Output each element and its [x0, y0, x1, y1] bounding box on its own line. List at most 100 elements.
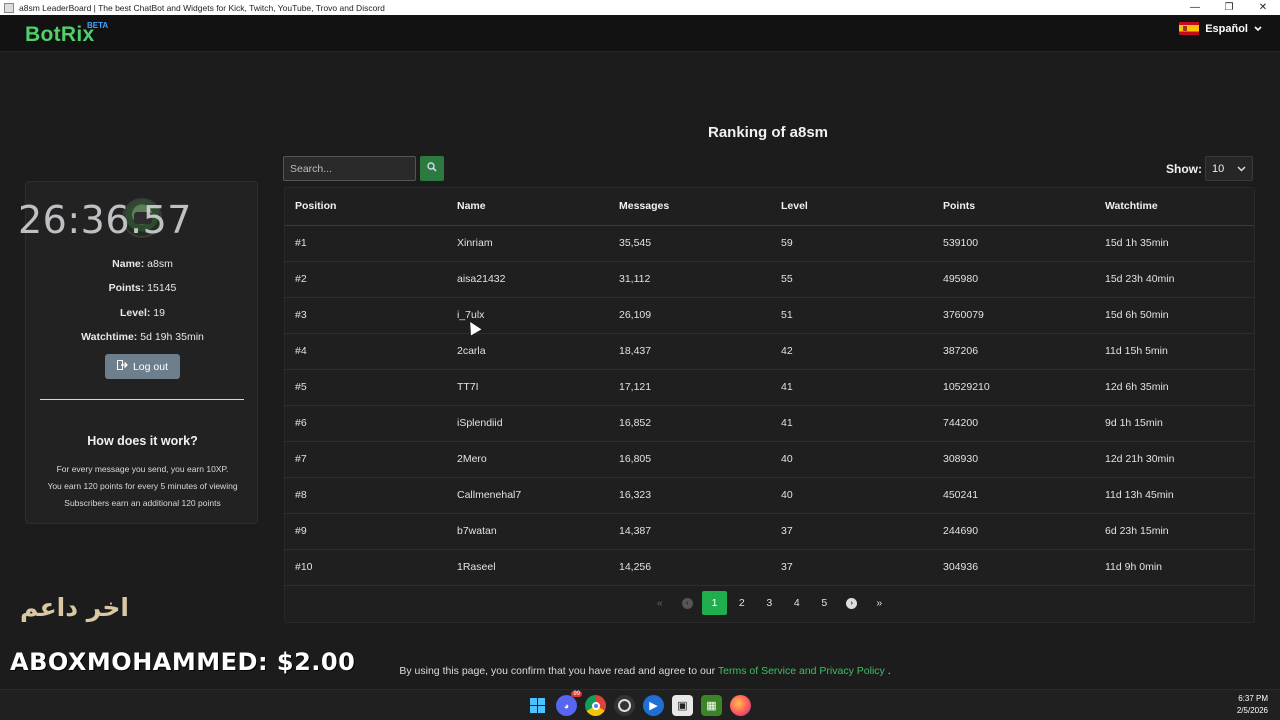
rows-per-page-value: 10: [1212, 162, 1225, 175]
minimize-button[interactable]: —: [1178, 0, 1212, 15]
table-cell: 37: [771, 549, 933, 586]
system-clock[interactable]: 6:37 PM 2/5/2026: [1237, 693, 1268, 717]
how-line-2: You earn 120 points for every 5 minutes …: [47, 481, 238, 491]
table-cell: 18,437: [609, 333, 771, 370]
table-cell: #9: [285, 513, 447, 550]
table-row: #7 2Mero 16,805 40 308930 12d 21h 30min: [285, 441, 1254, 478]
notification-badge: 99: [571, 691, 582, 697]
table-cell: 244690: [933, 513, 1095, 550]
search-button[interactable]: [420, 156, 444, 181]
table-row: #8 Callmenehal7 16,323 40 450241 11d 13h 45mi…: [285, 477, 1254, 514]
column-header: Position: [285, 188, 447, 226]
capcut-icon[interactable]: ▣: [672, 695, 693, 716]
how-line-3: Subscribers earn an additional 120 point…: [64, 498, 221, 508]
chrome-icon[interactable]: [585, 695, 606, 716]
rows-per-page-select[interactable]: 10: [1205, 156, 1253, 181]
table-cell: 539100: [933, 225, 1095, 262]
last-supporter-overlay: اخر داعم: [20, 593, 129, 622]
window-titlebar: a8sm LeaderBoard | The best ChatBot and …: [0, 0, 1280, 15]
search-input[interactable]: [283, 156, 416, 181]
table-cell: iSplendiid: [447, 405, 609, 442]
table-cell: Callmenehal7: [447, 477, 609, 514]
language-selector[interactable]: Español: [1179, 22, 1262, 35]
profile-points-row: Points: 15145: [26, 282, 259, 294]
clock-date: 2/5/2026: [1236, 706, 1268, 715]
double-chevron-right-icon: »: [876, 597, 883, 609]
page-3-button[interactable]: 3: [756, 591, 784, 615]
table-cell: 51: [771, 297, 933, 334]
logout-label: Log out: [132, 360, 169, 373]
table-row: #5 TT7I 17,121 41 10529210 12d 6h 35min: [285, 369, 1254, 406]
column-header: Points: [933, 188, 1095, 226]
windows-start-icon[interactable]: [527, 695, 548, 716]
table-cell: 15d 23h 40min: [1095, 261, 1254, 298]
terms-link[interactable]: Terms of Service and Privacy Policy: [718, 665, 885, 677]
level-label: Level:: [120, 307, 151, 319]
last-page-button[interactable]: »: [866, 591, 894, 615]
chevron-left-icon: ‹: [681, 597, 693, 609]
prev-page-button[interactable]: ‹: [674, 591, 702, 615]
window-controls: — ❐ ✕: [1178, 0, 1280, 15]
table-cell: 40: [771, 477, 933, 514]
language-label: Español: [1205, 22, 1248, 35]
page-5-button[interactable]: 5: [811, 591, 839, 615]
firefox-icon[interactable]: [730, 695, 751, 716]
chevron-down-icon: [1254, 24, 1262, 34]
table-cell: #8: [285, 477, 447, 514]
table-row: #3 i_7ulx 26,109 51 3760079 15d 6h 50min: [285, 297, 1254, 334]
discord-icon[interactable]: ◕ 99: [556, 691, 582, 716]
profile-level-row: Level: 19: [26, 307, 259, 319]
table-cell: 16,323: [609, 477, 771, 514]
logout-button[interactable]: Log out: [105, 354, 180, 379]
minecraft-icon[interactable]: ▦: [701, 695, 722, 716]
table-cell: 37: [771, 513, 933, 550]
maximize-button[interactable]: ❐: [1212, 0, 1246, 15]
streamlabs-icon[interactable]: ▶: [643, 695, 664, 716]
profile-watchtime-row: Watchtime: 5d 19h 35min: [26, 331, 259, 343]
table-cell: 26,109: [609, 297, 771, 334]
top-navbar: BotRix BETA Español: [0, 15, 1280, 52]
table-cell: 387206: [933, 333, 1095, 370]
table-cell: 40: [771, 441, 933, 478]
table-cell: 14,387: [609, 513, 771, 550]
show-label: Show:: [1166, 162, 1202, 176]
app-icon: [4, 2, 14, 13]
beta-badge: BETA: [87, 21, 109, 30]
brand-logo[interactable]: BotRix: [25, 23, 94, 47]
table-cell: 59: [771, 225, 933, 262]
table-header-row: Position Name Messages Level Points Watc…: [285, 188, 1254, 226]
table-cell: #3: [285, 297, 447, 334]
table-cell: TT7I: [447, 369, 609, 406]
obs-icon[interactable]: [614, 695, 635, 716]
divider: [40, 399, 244, 400]
close-button[interactable]: ✕: [1246, 0, 1280, 15]
table-cell: 3760079: [933, 297, 1095, 334]
leaderboard-table: Position Name Messages Level Points Watc…: [285, 188, 1254, 586]
table-cell: #5: [285, 369, 447, 406]
column-header: Level: [771, 188, 933, 226]
table-cell: 10529210: [933, 369, 1095, 406]
table-cell: 308930: [933, 441, 1095, 478]
how-line-1: For every message you send, you earn 10X…: [56, 464, 229, 474]
page-4-button[interactable]: 4: [783, 591, 811, 615]
search-icon: [427, 162, 437, 175]
table-cell: 12d 6h 35min: [1095, 369, 1254, 406]
table-cell: 11d 13h 45min: [1095, 477, 1254, 514]
page-1-button[interactable]: 1: [702, 591, 727, 615]
table-cell: 16,805: [609, 441, 771, 478]
table-cell: #2: [285, 261, 447, 298]
table-row: #2 aisa21432 31,112 55 495980 15d 23h 40min: [285, 261, 1254, 298]
table-row: #1 Xinriam 35,545 59 539100 15d 1h 35min: [285, 225, 1254, 262]
taskbar-apps: ◕ 99 ▶ ▣ ▦: [527, 691, 751, 716]
table-cell: #1: [285, 225, 447, 262]
how-it-works-title: How does it work?: [87, 434, 198, 448]
footer-end: .: [887, 665, 891, 677]
page-2-button[interactable]: 2: [728, 591, 756, 615]
table-cell: 55: [771, 261, 933, 298]
table-cell: 450241: [933, 477, 1095, 514]
next-page-button[interactable]: ›: [838, 591, 866, 615]
table-cell: 12d 21h 30min: [1095, 441, 1254, 478]
first-page-button[interactable]: «: [646, 591, 674, 615]
window-title: a8sm LeaderBoard | The best ChatBot and …: [19, 2, 385, 13]
table-cell: 15d 1h 35min: [1095, 225, 1254, 262]
